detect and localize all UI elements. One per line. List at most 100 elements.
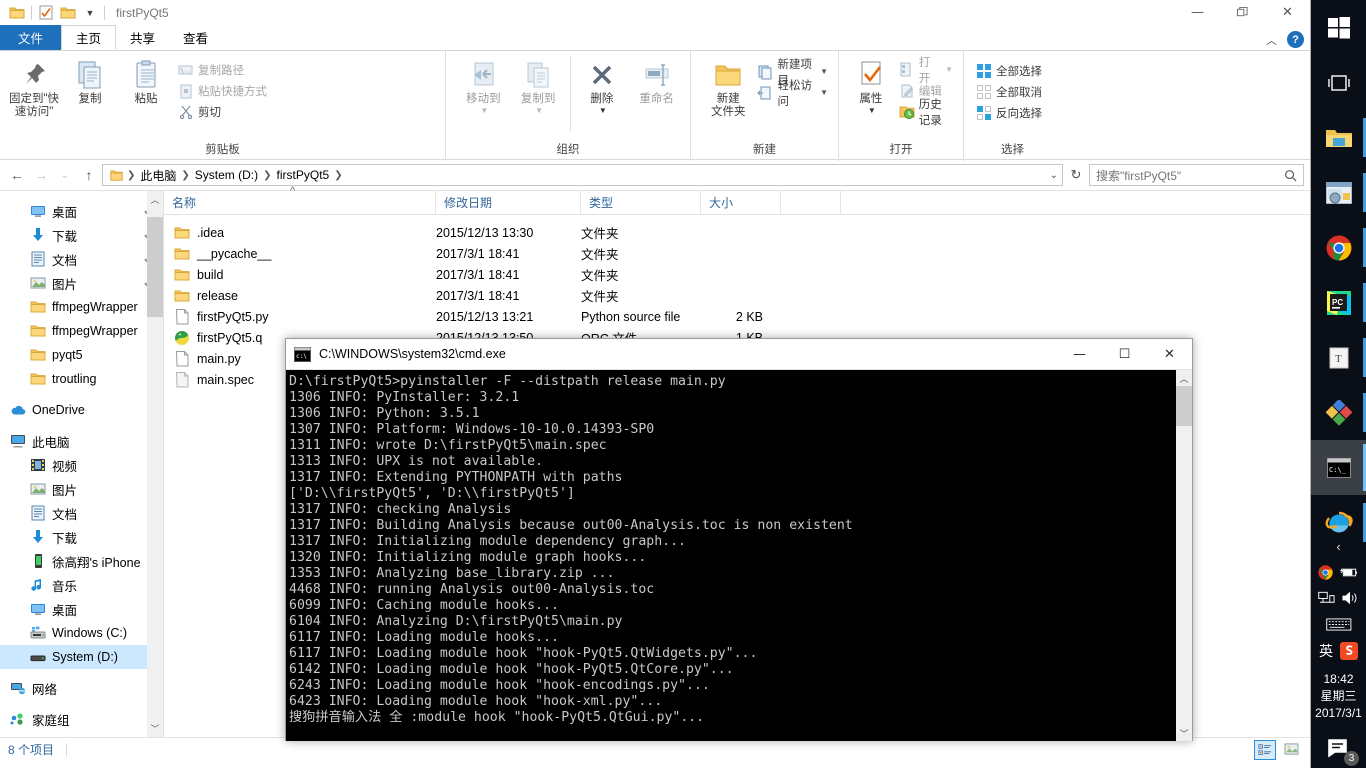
scroll-up-icon[interactable]: ︿ [147, 191, 163, 208]
pycharm-icon[interactable]: PC [1311, 275, 1366, 330]
cmd-close-button[interactable]: ✕ [1147, 339, 1192, 370]
properties-icon[interactable] [35, 2, 57, 24]
paste-button[interactable]: 粘贴 [118, 57, 174, 108]
chevron-up-icon[interactable]: ︿ [1266, 32, 1277, 48]
tab-file[interactable]: 文件 [0, 25, 62, 50]
chevron-down-icon[interactable]: ▼ [945, 65, 953, 74]
breadcrumb-item-2[interactable]: firstPyQt5 [273, 168, 334, 182]
action-center-button[interactable]: 3 [1311, 728, 1366, 768]
nav-item--1[interactable]: 下载 [0, 223, 163, 247]
customize-caret-icon[interactable]: ▼ [79, 2, 101, 24]
file-row[interactable]: release 2017/3/1 18:41 文件夹 [164, 285, 1310, 306]
new-folder-icon[interactable] [57, 2, 79, 24]
breadcrumb-sep[interactable]: ❯ [262, 170, 272, 181]
task-view-icon[interactable] [1311, 55, 1366, 110]
cmd-scroll-thumb[interactable] [1176, 386, 1192, 426]
nav-item--13[interactable]: 下载 [0, 525, 163, 549]
chrome-tray-icon[interactable] [1318, 564, 1333, 580]
minimize-button[interactable]: — [1175, 0, 1220, 25]
chevron-down-icon[interactable]: ▼ [820, 88, 828, 97]
nav-item-ffmpegwrapper-4[interactable]: ffmpegWrapper [0, 295, 163, 319]
select-all-button[interactable]: 全部选择 [972, 60, 1046, 81]
chevron-down-icon[interactable]: ▼ [599, 106, 607, 115]
typora-icon[interactable]: T [1311, 330, 1366, 385]
column-header-size[interactable]: 大小 [701, 190, 781, 215]
nav-item--10[interactable]: 视频 [0, 453, 163, 477]
nav-item--19[interactable]: 网络 [0, 676, 163, 700]
refresh-button[interactable]: ↻ [1065, 164, 1087, 186]
chrome-icon[interactable] [1311, 220, 1366, 275]
up-button[interactable]: ↑ [78, 164, 100, 186]
maximize-button[interactable] [1220, 0, 1265, 25]
sogou-icon[interactable] [1340, 642, 1358, 660]
nav-item--11[interactable]: 图片 [0, 477, 163, 501]
nav-item-siphone-14[interactable]: 徐高翔's iPhone [0, 549, 163, 573]
recent-locations-button[interactable]: ⌄ [54, 164, 76, 186]
start-windows-icon[interactable] [1311, 0, 1366, 55]
chevron-down-icon[interactable]: ▼ [820, 67, 828, 76]
search-input[interactable]: 搜索"firstPyQt5" [1089, 164, 1304, 186]
nav-item-onedrive-8[interactable]: OneDrive [0, 398, 163, 422]
cmd-scrollbar[interactable]: ︿ ﹀ [1176, 370, 1192, 741]
copy-to-button[interactable]: 复制到 ▼ [511, 57, 566, 117]
file-explorer-icon[interactable] [1311, 110, 1366, 165]
cmd-minimize-button[interactable]: — [1057, 339, 1102, 370]
cmd-window[interactable]: c:\ C:\WINDOWS\system32\cmd.exe — ☐ ✕ D:… [285, 338, 1193, 741]
history-button[interactable]: 历史记录 [895, 99, 957, 127]
chevron-down-icon[interactable]: ▼ [480, 106, 488, 115]
file-row[interactable]: __pycache__ 2017/3/1 18:41 文件夹 [164, 243, 1310, 264]
rename-button[interactable]: 重命名 [629, 57, 684, 108]
nav-item--16[interactable]: 桌面 [0, 597, 163, 621]
battery-icon[interactable] [1340, 566, 1359, 579]
ime-mode-label[interactable]: 英 [1319, 641, 1333, 661]
scroll-down-icon[interactable]: ﹀ [147, 720, 163, 737]
chevron-left-icon[interactable]: ‹ [1336, 539, 1340, 554]
tab-view[interactable]: 查看 [169, 25, 222, 50]
clock[interactable]: 18:42 星期三 2017/3/1 [1311, 665, 1366, 728]
close-button[interactable]: ✕ [1265, 0, 1310, 25]
nav-item-pyqt5-6[interactable]: pyqt5 [0, 343, 163, 367]
invert-selection-button[interactable]: 反向选择 [972, 102, 1046, 123]
cmd-title-bar[interactable]: c:\ C:\WINDOWS\system32\cmd.exe — ☐ ✕ [286, 339, 1192, 370]
cmd-scroll-up-icon[interactable]: ︿ [1176, 370, 1192, 386]
nav-scroll-thumb[interactable] [147, 217, 163, 317]
copy-path-button[interactable]: \.. 复制路径 [174, 59, 271, 80]
keyboard-icon[interactable] [1325, 617, 1352, 631]
breadcrumb-sep[interactable]: ❯ [333, 170, 343, 181]
new-folder-button[interactable]: 新建 文件夹 [703, 57, 753, 121]
nav-item-ffmpegwrapper-5[interactable]: ffmpegWrapper [0, 319, 163, 343]
details-view-icon[interactable] [1254, 739, 1276, 760]
nav-item--2[interactable]: 文档 [0, 247, 163, 271]
breadcrumb[interactable]: ❯ 此电脑 ❯ System (D:) ❯ firstPyQt5 ❯ ⌄ [102, 164, 1063, 186]
search-icon[interactable] [1284, 169, 1297, 182]
nav-scrollbar[interactable]: ︿ ﹀ [147, 191, 163, 737]
cmd-maximize-button[interactable]: ☐ [1102, 339, 1147, 370]
open-button[interactable]: 打开 ▼ [895, 57, 957, 85]
breadcrumb-item-0[interactable]: 此电脑 [136, 167, 180, 184]
nav-item-troutling-7[interactable]: troutling [0, 367, 163, 391]
cmd-scroll-down-icon[interactable]: ﹀ [1176, 725, 1192, 741]
properties-button[interactable]: 属性 ▼ [847, 57, 895, 117]
nav-item--12[interactable]: 文档 [0, 501, 163, 525]
cmd-icon[interactable]: C:\_ [1311, 440, 1366, 495]
column-header-date[interactable]: 修改日期 [436, 190, 581, 215]
column-header-blank[interactable] [781, 190, 841, 215]
nav-item-windowsc-17[interactable]: Windows (C:) [0, 621, 163, 645]
cmd-console-body[interactable]: D:\firstPyQt5>pyinstaller -F --distpath … [286, 370, 1192, 741]
cut-button[interactable]: 剪切 [174, 101, 271, 122]
nav-item--0[interactable]: 桌面 [0, 199, 163, 223]
folder-icon[interactable] [6, 2, 28, 24]
tab-home[interactable]: 主页 [61, 25, 117, 50]
paint-net-icon[interactable] [1311, 385, 1366, 440]
pin-to-quick-access-button[interactable]: 固定到"快 速访问" [6, 57, 62, 121]
column-header-name[interactable]: 名称 ^ [164, 185, 436, 215]
network-icon[interactable] [1318, 591, 1335, 605]
volume-icon[interactable] [1342, 591, 1359, 605]
back-button[interactable]: ← [6, 164, 28, 186]
file-row[interactable]: .idea 2015/12/13 13:30 文件夹 [164, 222, 1310, 243]
help-icon[interactable]: ? [1287, 31, 1304, 48]
nav-item-systemd-18[interactable]: System (D:) [0, 645, 163, 669]
forward-button[interactable]: → [30, 164, 52, 186]
file-row[interactable]: build 2017/3/1 18:41 文件夹 [164, 264, 1310, 285]
easy-access-button[interactable]: 轻松访问 ▼ [753, 80, 832, 108]
